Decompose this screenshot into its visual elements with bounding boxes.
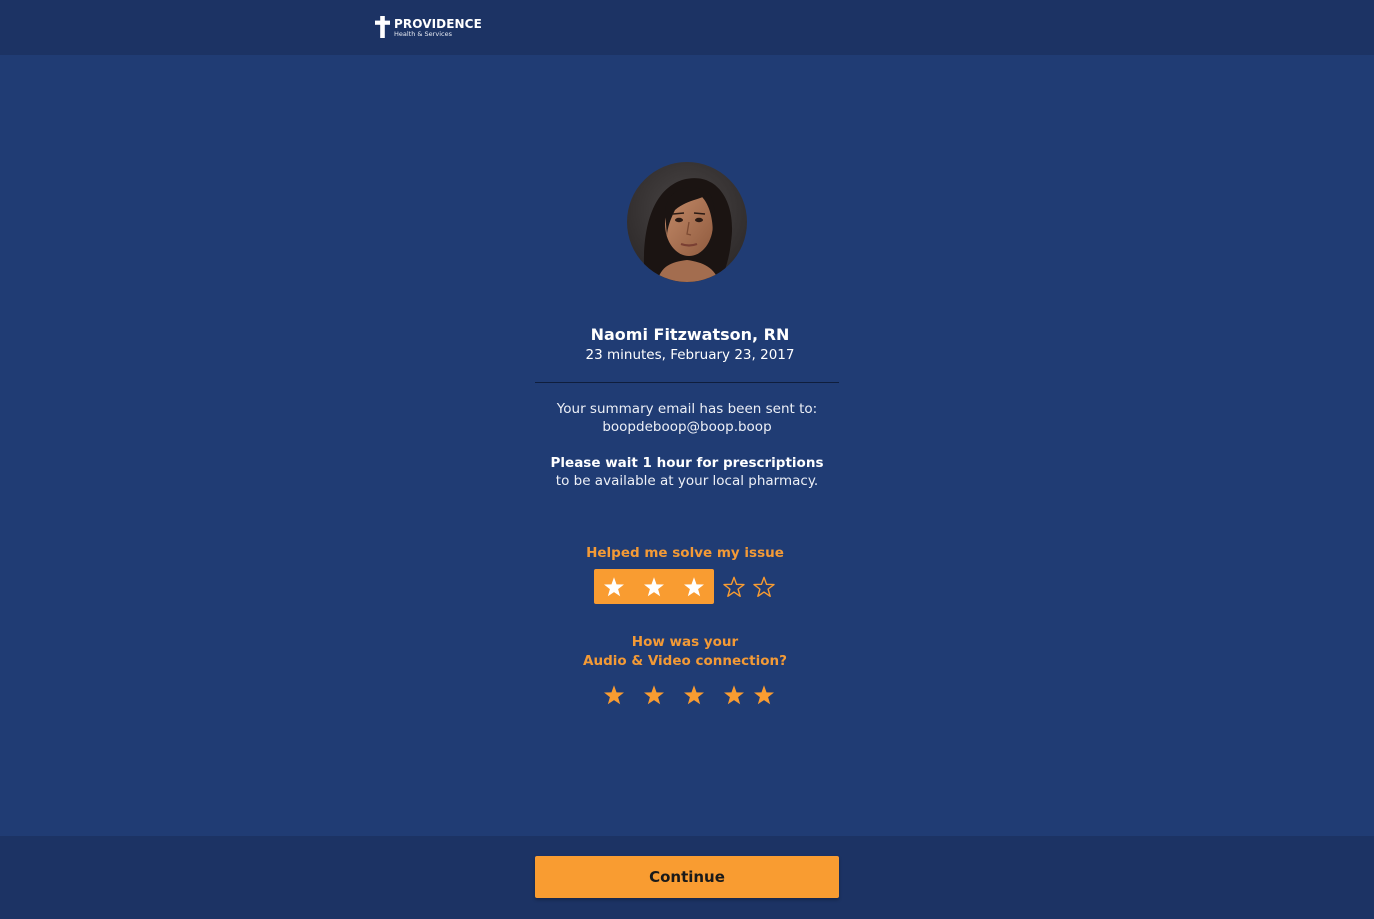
star-icon[interactable] [722, 683, 746, 707]
provider-photo [627, 162, 747, 282]
continue-button[interactable]: Continue [535, 856, 839, 898]
provider-avatar [627, 162, 747, 282]
brand-logo[interactable]: PROVIDENCE Health & Services [375, 16, 482, 38]
star-icon[interactable] [722, 575, 746, 599]
cross-icon [375, 16, 390, 38]
pharmacy-availability-text: to be available at your local pharmacy. [555, 473, 819, 489]
brand-text: PROVIDENCE Health & Services [394, 16, 482, 38]
brand-name: PROVIDENCE [394, 17, 482, 31]
rating-2-label-line-2: Audio & Video connection? [583, 653, 787, 669]
star-icon[interactable] [602, 683, 626, 707]
star-icon[interactable] [682, 683, 706, 707]
star-icon[interactable] [752, 683, 776, 707]
divider [535, 382, 839, 383]
summary-email: boopdeboop@boop.boop [602, 419, 772, 435]
provider-name: Naomi Fitzwatson, RN [590, 325, 790, 344]
rating-1-label: Helped me solve my issue [586, 545, 784, 561]
star-icon[interactable] [752, 575, 776, 599]
email-sent-text: Your summary email has been sent to: [556, 401, 818, 417]
visit-summary: 23 minutes, February 23, 2017 [585, 347, 795, 363]
brand-subtitle: Health & Services [394, 30, 452, 38]
star-icon[interactable] [682, 575, 706, 599]
star-icon[interactable] [642, 575, 666, 599]
star-icon[interactable] [602, 575, 626, 599]
star-icon[interactable] [642, 683, 666, 707]
top-bar: PROVIDENCE Health & Services [0, 0, 1374, 55]
prescription-wait-text: Please wait 1 hour for prescriptions [550, 455, 824, 471]
rating-2-label-line-1: How was your [631, 634, 739, 650]
